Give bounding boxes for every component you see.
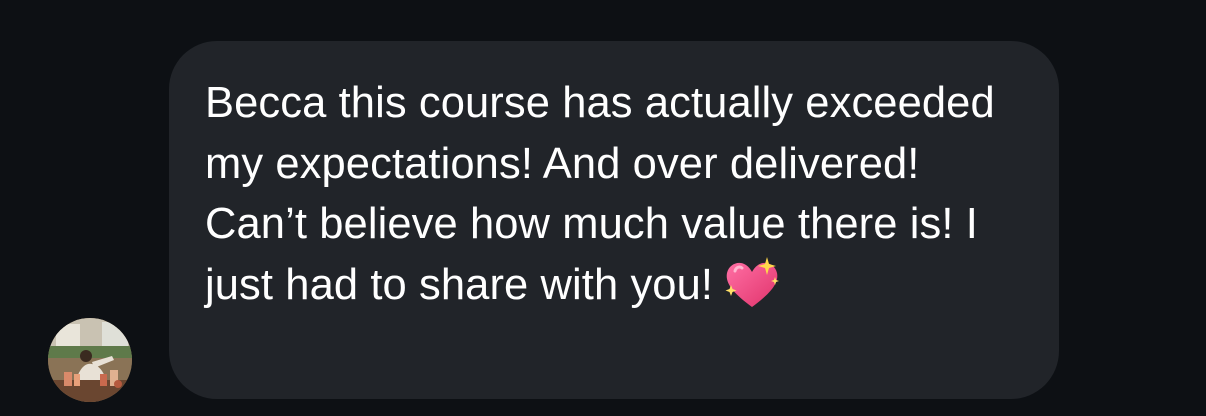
message-text: Becca this course has actually exceeded … <box>205 73 1029 315</box>
message-body: Becca this course has actually exceeded … <box>205 79 995 309</box>
avatar-photo-icon <box>48 318 132 402</box>
sparkling-heart-icon <box>723 255 781 311</box>
message-bubble[interactable]: Becca this course has actually exceeded … <box>169 41 1059 399</box>
sender-avatar[interactable] <box>48 318 132 402</box>
message-thread: Becca this course has actually exceeded … <box>0 0 1206 416</box>
